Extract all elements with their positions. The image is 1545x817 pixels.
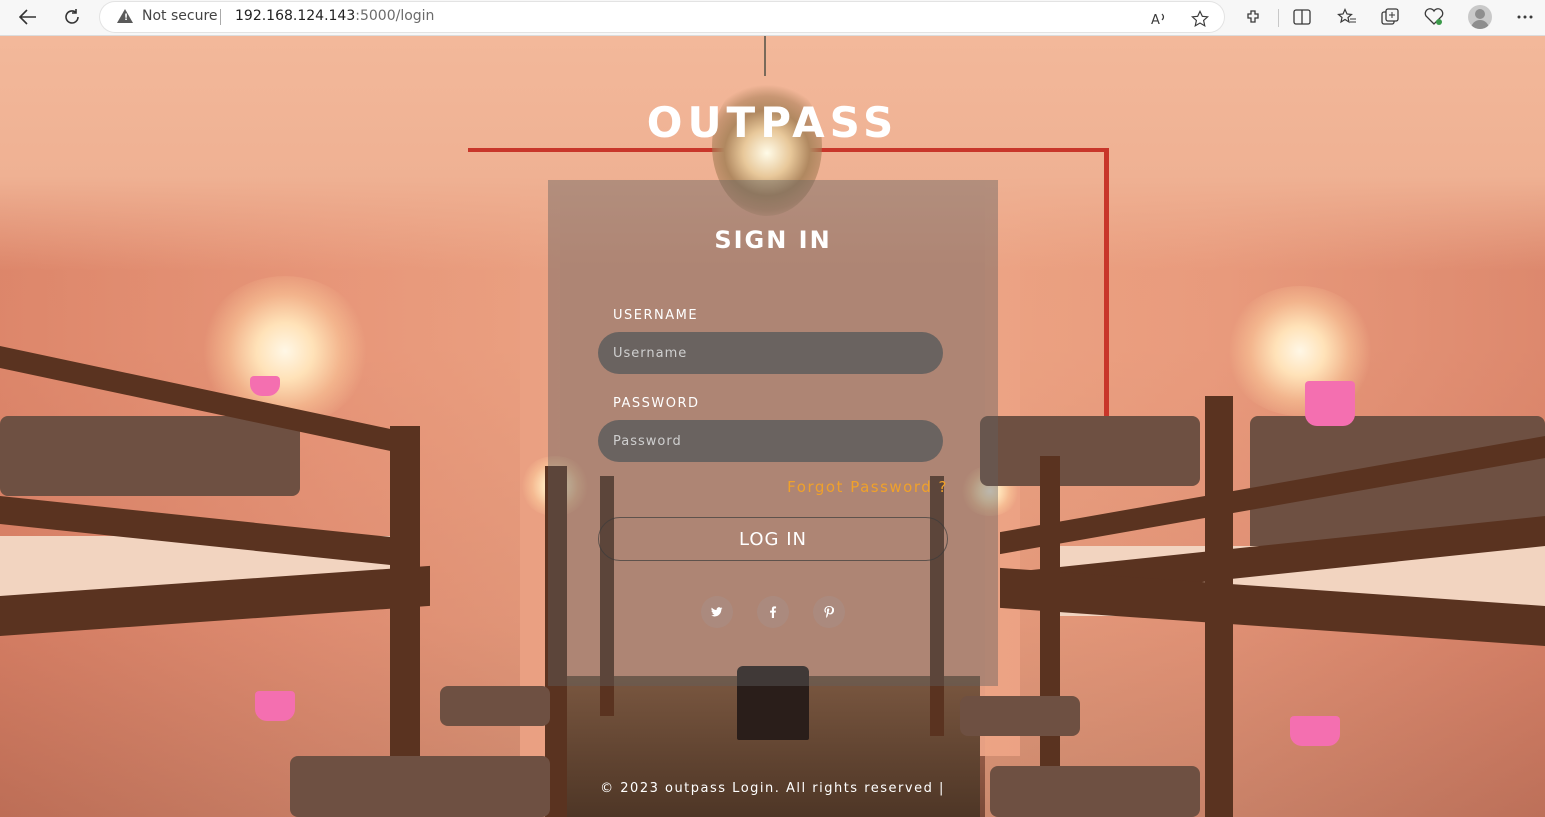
facebook-icon[interactable] <box>757 596 789 628</box>
footer-copyright: © 2023 outpass Login. All rights reserve… <box>600 781 945 796</box>
back-icon[interactable] <box>14 4 42 30</box>
browser-toolbar: ! Not secure 192.168.124.143:5000/login … <box>0 0 1545 36</box>
password-input[interactable] <box>598 420 943 462</box>
sign-in-heading: SIGN IN <box>714 226 832 254</box>
url-path: :5000/login <box>355 8 435 24</box>
pinterest-icon[interactable] <box>813 596 845 628</box>
login-card: SIGN IN USERNAME PASSWORD Forgot Passwor… <box>548 180 998 686</box>
login-button[interactable]: LOG IN <box>598 517 948 561</box>
warning-icon: ! <box>117 9 133 23</box>
address-separator <box>220 9 221 25</box>
security-status[interactable]: Not secure <box>142 8 218 24</box>
username-input[interactable] <box>598 332 943 374</box>
favorites-icon[interactable] <box>1333 4 1361 30</box>
twitter-icon[interactable] <box>701 596 733 628</box>
svg-text:A: A <box>1151 13 1160 27</box>
profile-avatar[interactable] <box>1468 5 1492 29</box>
more-icon[interactable] <box>1511 4 1539 30</box>
password-label: PASSWORD <box>613 396 700 411</box>
brand-title: OUTPASS <box>646 98 899 147</box>
url-host: 192.168.124.143 <box>235 8 356 24</box>
refresh-icon[interactable] <box>58 4 86 30</box>
url-text[interactable]: 192.168.124.143:5000/login <box>235 8 434 24</box>
forgot-password-link[interactable]: Forgot Password ? <box>787 478 948 496</box>
address-bar[interactable]: ! Not secure 192.168.124.143:5000/login … <box>100 2 1224 32</box>
read-aloud-icon[interactable]: A <box>1146 6 1174 32</box>
username-label: USERNAME <box>613 308 699 323</box>
browser-essentials-icon[interactable] <box>1420 4 1448 30</box>
favorite-star-icon[interactable] <box>1186 6 1214 32</box>
split-screen-icon[interactable] <box>1288 4 1316 30</box>
toolbar-divider <box>1278 9 1279 27</box>
collections-icon[interactable] <box>1376 4 1404 30</box>
login-page: OUTPASS SIGN IN USERNAME PASSWORD Forgot… <box>0 36 1545 817</box>
extensions-icon[interactable] <box>1240 4 1268 30</box>
